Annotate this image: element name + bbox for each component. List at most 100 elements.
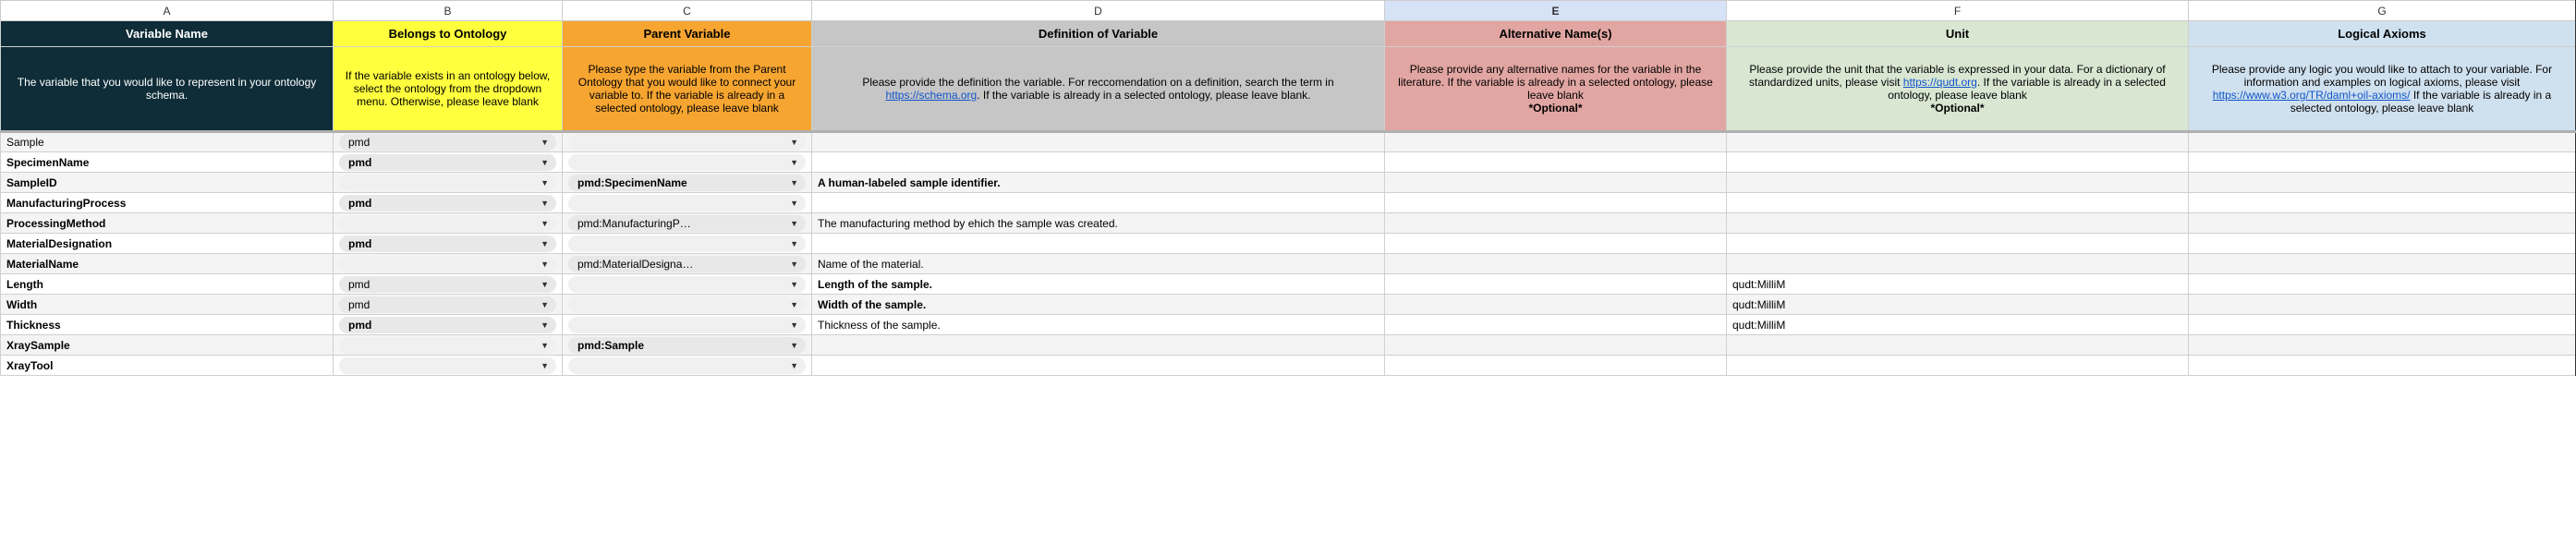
ontology-dropdown[interactable]: pmd▼ <box>339 296 556 313</box>
unit-cell[interactable] <box>1727 254 2189 274</box>
alternative-name-cell[interactable] <box>1385 193 1727 213</box>
variable-name-cell[interactable]: SampleID <box>1 173 334 193</box>
definition-cell[interactable]: Name of the material. <box>812 254 1385 274</box>
alternative-name-cell[interactable] <box>1385 254 1727 274</box>
desc-alternative-names[interactable]: Please provide any alternative names for… <box>1385 47 1727 132</box>
desc-belongs-to-ontology[interactable]: If the variable exists in an ontology be… <box>334 47 563 132</box>
ontology-dropdown[interactable]: pmd▼ <box>339 317 556 333</box>
logical-axioms-cell[interactable] <box>2189 234 2576 254</box>
parent-variable-dropdown[interactable]: ▼ <box>568 317 806 333</box>
desc-logical-axioms[interactable]: Please provide any logic you would like … <box>2189 47 2576 132</box>
ontology-dropdown[interactable]: pmd▼ <box>339 276 556 293</box>
ontology-dropdown[interactable]: ▼ <box>339 337 556 354</box>
title-unit[interactable]: Unit <box>1727 21 2189 47</box>
logical-axioms-cell[interactable] <box>2189 213 2576 234</box>
ontology-dropdown[interactable]: pmd▼ <box>339 134 556 151</box>
alternative-name-cell[interactable] <box>1385 356 1727 376</box>
title-belongs-to-ontology[interactable]: Belongs to Ontology <box>334 21 563 47</box>
variable-name-cell[interactable]: SpecimenName <box>1 152 334 173</box>
variable-name-cell[interactable]: ManufacturingProcess <box>1 193 334 213</box>
alternative-name-cell[interactable] <box>1385 234 1727 254</box>
definition-cell[interactable] <box>812 152 1385 173</box>
desc-unit[interactable]: Please provide the unit that the variabl… <box>1727 47 2189 132</box>
alternative-name-cell[interactable] <box>1385 315 1727 335</box>
w3-axioms-link[interactable]: https://www.w3.org/TR/daml+oil-axioms/ <box>2213 89 2411 102</box>
variable-name-cell[interactable]: ProcessingMethod <box>1 213 334 234</box>
logical-axioms-cell[interactable] <box>2189 274 2576 295</box>
parent-variable-dropdown[interactable]: ▼ <box>568 276 806 293</box>
variable-name-cell[interactable]: Thickness <box>1 315 334 335</box>
definition-cell[interactable]: Length of the sample. <box>812 274 1385 295</box>
alternative-name-cell[interactable] <box>1385 132 1727 152</box>
alternative-name-cell[interactable] <box>1385 274 1727 295</box>
ontology-dropdown[interactable]: pmd▼ <box>339 236 556 252</box>
title-definition[interactable]: Definition of Variable <box>812 21 1385 47</box>
title-parent-variable[interactable]: Parent Variable <box>563 21 812 47</box>
unit-cell[interactable] <box>1727 193 2189 213</box>
unit-cell[interactable] <box>1727 173 2189 193</box>
definition-cell[interactable] <box>812 335 1385 356</box>
title-logical-axioms[interactable]: Logical Axioms <box>2189 21 2576 47</box>
variable-name-cell[interactable]: XrayTool <box>1 356 334 376</box>
col-header-C[interactable]: C <box>563 1 812 21</box>
variable-name-cell[interactable]: MaterialDesignation <box>1 234 334 254</box>
ontology-dropdown[interactable]: ▼ <box>339 215 556 232</box>
col-header-B[interactable]: B <box>334 1 563 21</box>
parent-variable-dropdown[interactable]: ▼ <box>568 154 806 171</box>
parent-variable-dropdown[interactable]: ▼ <box>568 357 806 374</box>
variable-name-cell[interactable]: Width <box>1 295 334 315</box>
logical-axioms-cell[interactable] <box>2189 254 2576 274</box>
desc-definition[interactable]: Please provide the definition the variab… <box>812 47 1385 132</box>
variable-name-cell[interactable]: Sample <box>1 132 334 152</box>
definition-cell[interactable] <box>812 132 1385 152</box>
unit-cell[interactable] <box>1727 335 2189 356</box>
logical-axioms-cell[interactable] <box>2189 335 2576 356</box>
definition-cell[interactable] <box>812 234 1385 254</box>
parent-variable-dropdown[interactable]: pmd:ManufacturingP…▼ <box>568 215 806 232</box>
parent-variable-dropdown[interactable]: ▼ <box>568 236 806 252</box>
definition-cell[interactable]: A human-labeled sample identifier. <box>812 173 1385 193</box>
variable-name-cell[interactable]: XraySample <box>1 335 334 356</box>
unit-cell[interactable] <box>1727 234 2189 254</box>
unit-cell[interactable] <box>1727 213 2189 234</box>
parent-variable-dropdown[interactable]: ▼ <box>568 134 806 151</box>
parent-variable-dropdown[interactable]: ▼ <box>568 195 806 212</box>
definition-cell[interactable]: The manufacturing method by ehich the sa… <box>812 213 1385 234</box>
alternative-name-cell[interactable] <box>1385 152 1727 173</box>
alternative-name-cell[interactable] <box>1385 295 1727 315</box>
col-header-G[interactable]: G <box>2189 1 2576 21</box>
ontology-dropdown[interactable]: ▼ <box>339 175 556 191</box>
alternative-name-cell[interactable] <box>1385 335 1727 356</box>
ontology-dropdown[interactable]: pmd▼ <box>339 195 556 212</box>
unit-cell[interactable]: qudt:MilliM <box>1727 315 2189 335</box>
logical-axioms-cell[interactable] <box>2189 315 2576 335</box>
logical-axioms-cell[interactable] <box>2189 356 2576 376</box>
logical-axioms-cell[interactable] <box>2189 132 2576 152</box>
parent-variable-dropdown[interactable]: ▼ <box>568 296 806 313</box>
ontology-dropdown[interactable]: pmd▼ <box>339 154 556 171</box>
title-variable-name[interactable]: Variable Name <box>1 21 334 47</box>
title-alternative-names[interactable]: Alternative Name(s) <box>1385 21 1727 47</box>
qudt-org-link[interactable]: https://qudt.org <box>1903 76 1977 89</box>
alternative-name-cell[interactable] <box>1385 213 1727 234</box>
unit-cell[interactable]: qudt:MilliM <box>1727 295 2189 315</box>
unit-cell[interactable] <box>1727 132 2189 152</box>
col-header-A[interactable]: A <box>1 1 334 21</box>
col-header-F[interactable]: F <box>1727 1 2189 21</box>
parent-variable-dropdown[interactable]: pmd:Sample▼ <box>568 337 806 354</box>
desc-parent-variable[interactable]: Please type the variable from the Parent… <box>563 47 812 132</box>
schema-org-link[interactable]: https://schema.org <box>885 89 977 102</box>
parent-variable-dropdown[interactable]: pmd:SpecimenName▼ <box>568 175 806 191</box>
desc-variable-name[interactable]: The variable that you would like to repr… <box>1 47 334 132</box>
ontology-dropdown[interactable]: ▼ <box>339 256 556 272</box>
logical-axioms-cell[interactable] <box>2189 193 2576 213</box>
unit-cell[interactable] <box>1727 152 2189 173</box>
definition-cell[interactable]: Width of the sample. <box>812 295 1385 315</box>
logical-axioms-cell[interactable] <box>2189 173 2576 193</box>
variable-name-cell[interactable]: MaterialName <box>1 254 334 274</box>
parent-variable-dropdown[interactable]: pmd:MaterialDesigna…▼ <box>568 256 806 272</box>
alternative-name-cell[interactable] <box>1385 173 1727 193</box>
definition-cell[interactable] <box>812 356 1385 376</box>
ontology-dropdown[interactable]: ▼ <box>339 357 556 374</box>
variable-name-cell[interactable]: Length <box>1 274 334 295</box>
